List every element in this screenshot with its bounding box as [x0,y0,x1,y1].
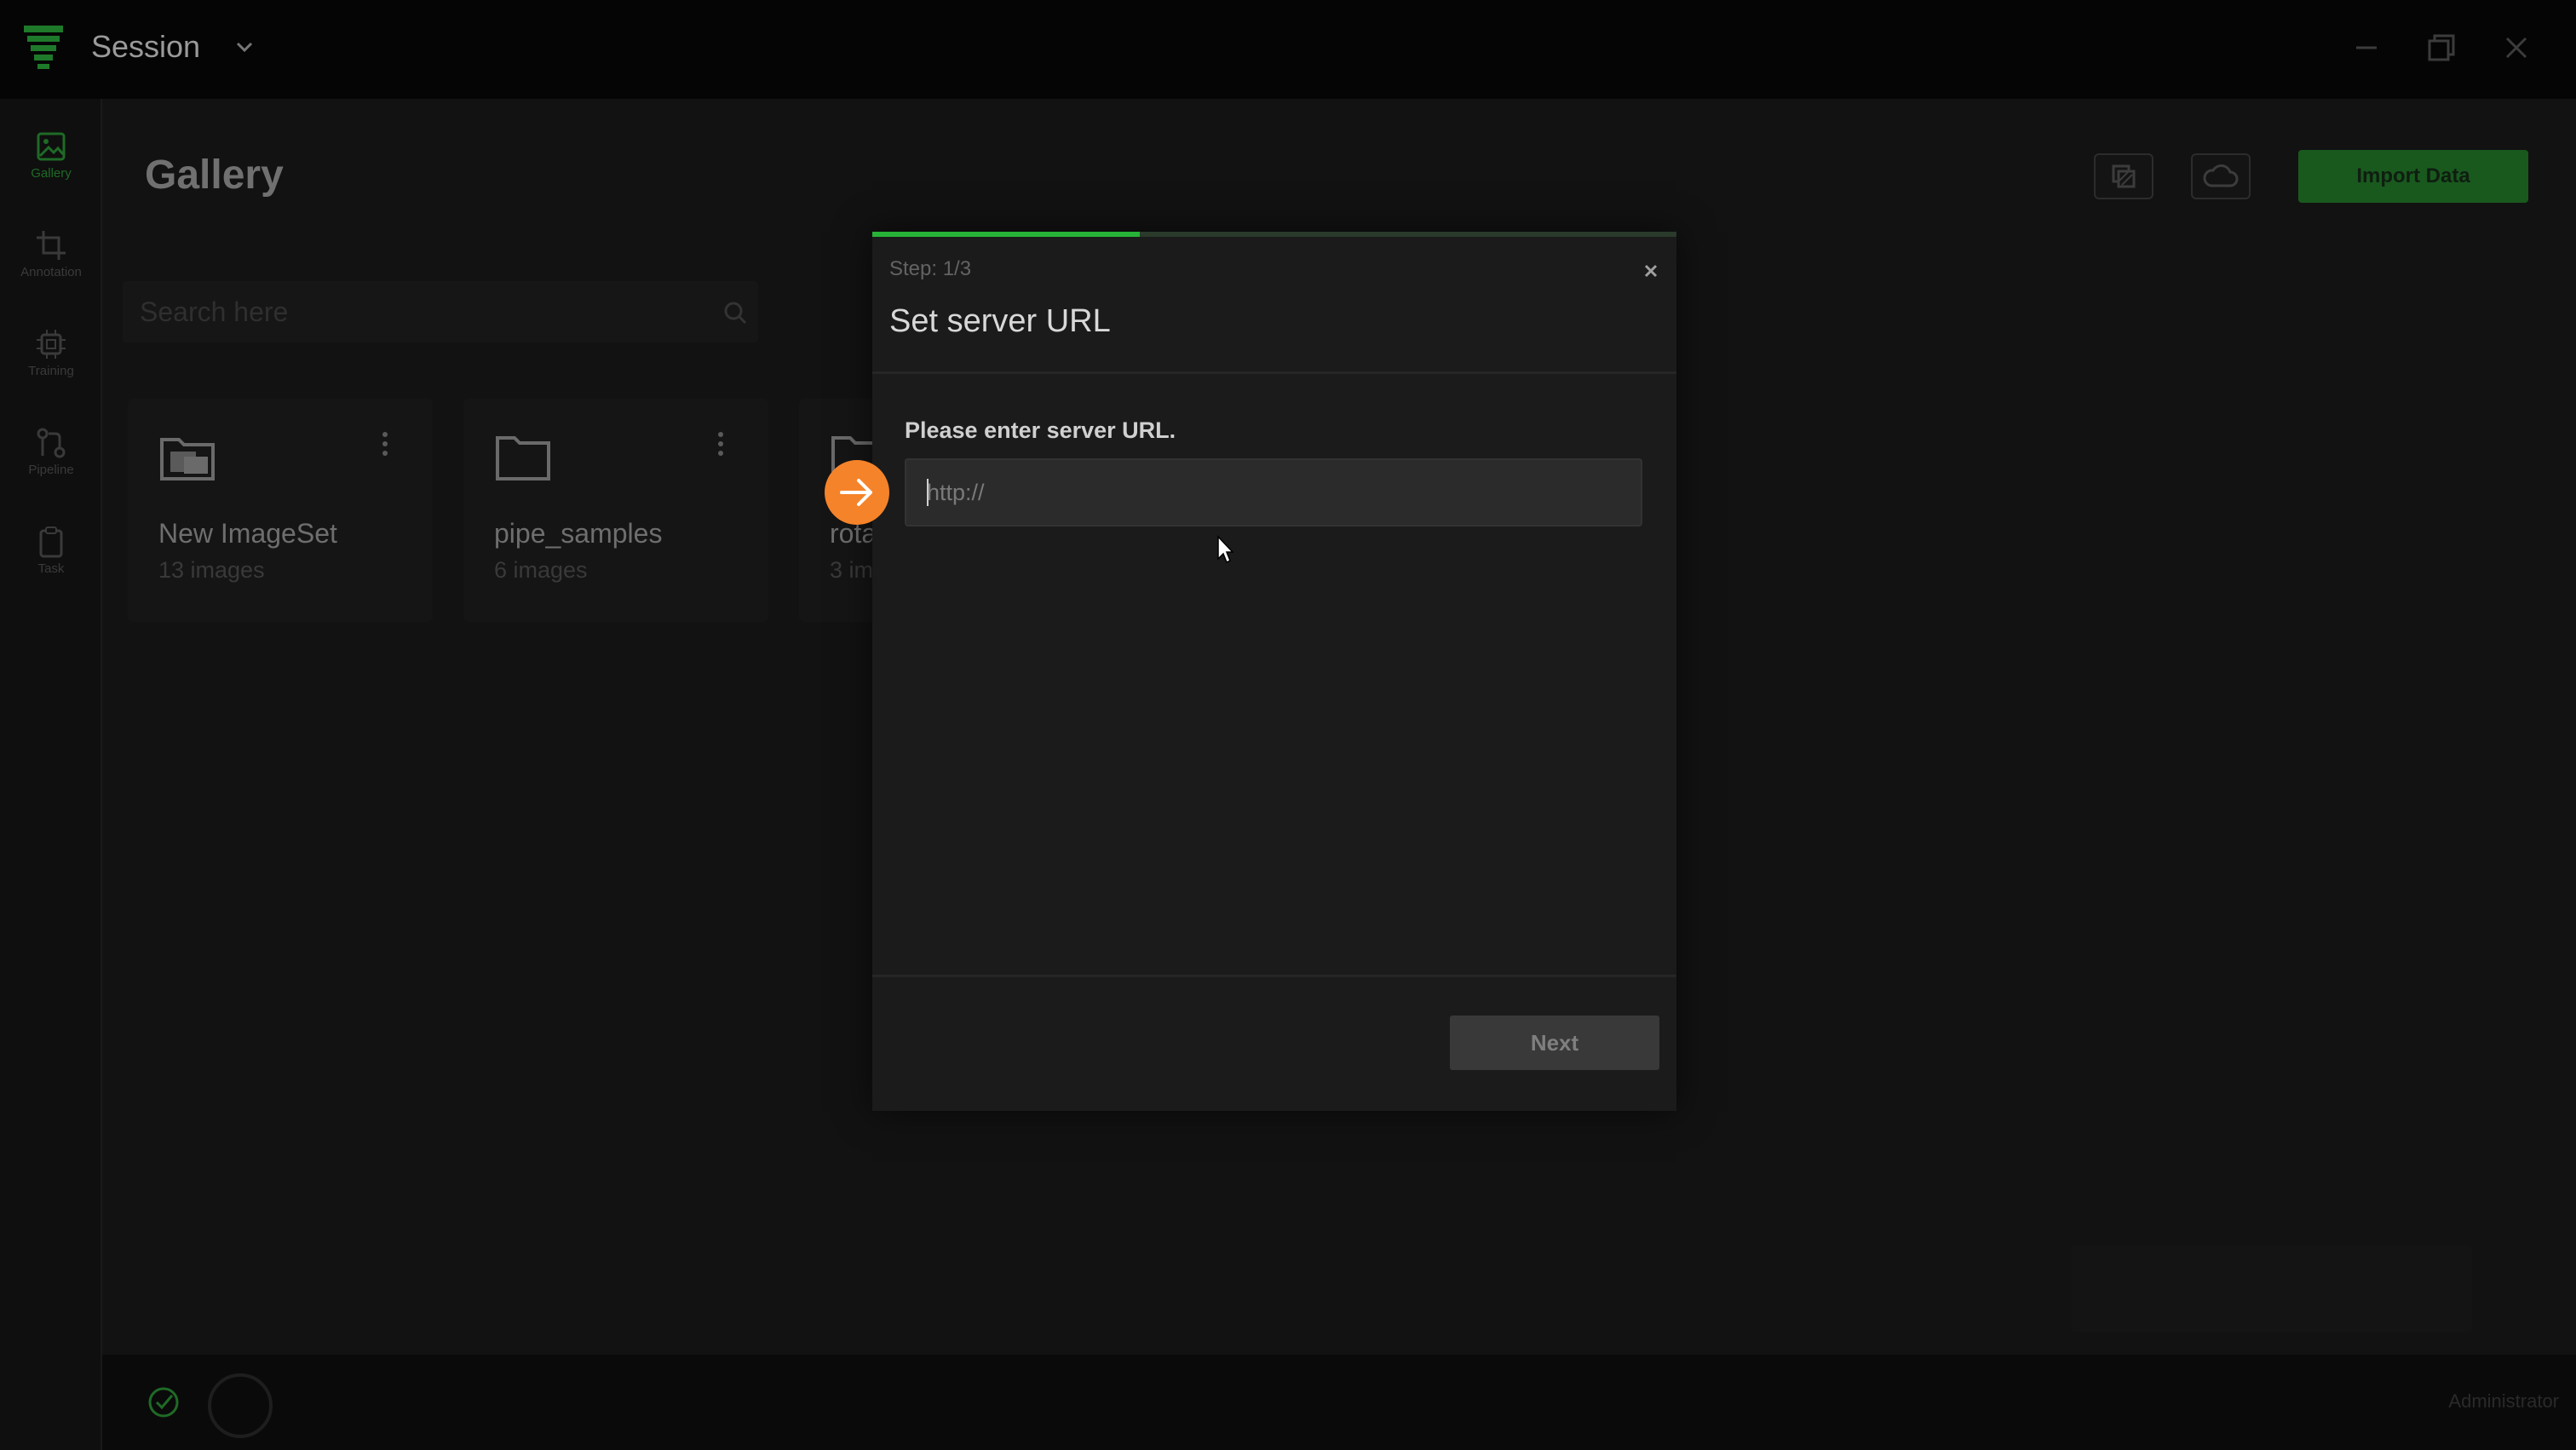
divider [872,975,1676,977]
mouse-cursor-icon [1217,535,1233,564]
app-window: Session Gallery Annotation Training Pipe… [0,0,2576,1450]
server-url-label: Please enter server URL. [905,417,1176,443]
next-button[interactable]: Next [1450,1016,1659,1070]
step-indicator: Step: 1/3 [889,257,972,280]
server-url-input[interactable] [905,458,1642,526]
text-cursor [927,479,929,506]
arrow-right-icon [840,479,872,506]
pointer-indicator [825,460,889,525]
divider [872,371,1676,374]
close-icon[interactable] [1639,259,1663,283]
step-progress-fill [872,232,1141,237]
server-url-dialog: Step: 1/3 Set server URL Please enter se… [872,232,1676,1111]
dialog-title: Set server URL [889,303,1111,339]
step-progress-track [872,232,1676,237]
